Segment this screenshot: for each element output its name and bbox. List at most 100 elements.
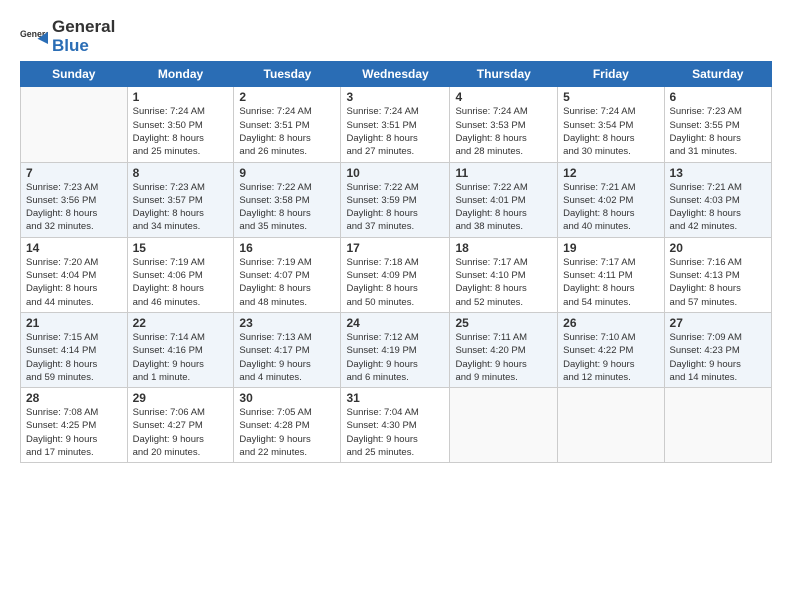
- calendar-week-row: 7Sunrise: 7:23 AMSunset: 3:56 PMDaylight…: [21, 162, 772, 237]
- calendar-cell: [558, 388, 664, 463]
- calendar-day-header: Sunday: [21, 62, 128, 87]
- calendar-day-header: Thursday: [450, 62, 558, 87]
- day-info: Sunrise: 7:24 AMSunset: 3:54 PMDaylight:…: [563, 105, 658, 158]
- day-number: 4: [455, 90, 552, 104]
- day-number: 2: [239, 90, 335, 104]
- calendar-cell: 9Sunrise: 7:22 AMSunset: 3:58 PMDaylight…: [234, 162, 341, 237]
- calendar-day-header: Tuesday: [234, 62, 341, 87]
- day-number: 25: [455, 316, 552, 330]
- calendar-cell: 21Sunrise: 7:15 AMSunset: 4:14 PMDayligh…: [21, 312, 128, 387]
- day-info: Sunrise: 7:04 AMSunset: 4:30 PMDaylight:…: [346, 406, 444, 459]
- day-info: Sunrise: 7:10 AMSunset: 4:22 PMDaylight:…: [563, 331, 658, 384]
- logo-icon: General: [20, 23, 48, 51]
- day-number: 14: [26, 241, 122, 255]
- day-info: Sunrise: 7:24 AMSunset: 3:51 PMDaylight:…: [239, 105, 335, 158]
- day-info: Sunrise: 7:22 AMSunset: 3:58 PMDaylight:…: [239, 181, 335, 234]
- day-number: 12: [563, 166, 658, 180]
- day-number: 17: [346, 241, 444, 255]
- calendar-cell: 22Sunrise: 7:14 AMSunset: 4:16 PMDayligh…: [127, 312, 234, 387]
- calendar-cell: 28Sunrise: 7:08 AMSunset: 4:25 PMDayligh…: [21, 388, 128, 463]
- day-info: Sunrise: 7:21 AMSunset: 4:03 PMDaylight:…: [670, 181, 766, 234]
- calendar-cell: 1Sunrise: 7:24 AMSunset: 3:50 PMDaylight…: [127, 87, 234, 162]
- calendar-cell: 5Sunrise: 7:24 AMSunset: 3:54 PMDaylight…: [558, 87, 664, 162]
- day-number: 22: [133, 316, 229, 330]
- calendar-cell: 4Sunrise: 7:24 AMSunset: 3:53 PMDaylight…: [450, 87, 558, 162]
- day-number: 3: [346, 90, 444, 104]
- calendar-cell: 27Sunrise: 7:09 AMSunset: 4:23 PMDayligh…: [664, 312, 771, 387]
- calendar-cell: 25Sunrise: 7:11 AMSunset: 4:20 PMDayligh…: [450, 312, 558, 387]
- day-number: 8: [133, 166, 229, 180]
- day-info: Sunrise: 7:06 AMSunset: 4:27 PMDaylight:…: [133, 406, 229, 459]
- day-info: Sunrise: 7:23 AMSunset: 3:57 PMDaylight:…: [133, 181, 229, 234]
- calendar-cell: 17Sunrise: 7:18 AMSunset: 4:09 PMDayligh…: [341, 237, 450, 312]
- calendar-cell: 30Sunrise: 7:05 AMSunset: 4:28 PMDayligh…: [234, 388, 341, 463]
- calendar-cell: 12Sunrise: 7:21 AMSunset: 4:02 PMDayligh…: [558, 162, 664, 237]
- calendar-cell: 19Sunrise: 7:17 AMSunset: 4:11 PMDayligh…: [558, 237, 664, 312]
- logo-text: General Blue: [52, 18, 115, 55]
- day-number: 27: [670, 316, 766, 330]
- calendar-cell: 8Sunrise: 7:23 AMSunset: 3:57 PMDaylight…: [127, 162, 234, 237]
- day-info: Sunrise: 7:17 AMSunset: 4:10 PMDaylight:…: [455, 256, 552, 309]
- day-number: 9: [239, 166, 335, 180]
- day-number: 28: [26, 391, 122, 405]
- day-number: 11: [455, 166, 552, 180]
- calendar-cell: 26Sunrise: 7:10 AMSunset: 4:22 PMDayligh…: [558, 312, 664, 387]
- day-number: 1: [133, 90, 229, 104]
- day-number: 10: [346, 166, 444, 180]
- calendar-cell: [21, 87, 128, 162]
- day-number: 24: [346, 316, 444, 330]
- day-info: Sunrise: 7:13 AMSunset: 4:17 PMDaylight:…: [239, 331, 335, 384]
- calendar-week-row: 14Sunrise: 7:20 AMSunset: 4:04 PMDayligh…: [21, 237, 772, 312]
- day-info: Sunrise: 7:09 AMSunset: 4:23 PMDaylight:…: [670, 331, 766, 384]
- day-number: 5: [563, 90, 658, 104]
- day-info: Sunrise: 7:12 AMSunset: 4:19 PMDaylight:…: [346, 331, 444, 384]
- calendar-cell: [450, 388, 558, 463]
- day-info: Sunrise: 7:17 AMSunset: 4:11 PMDaylight:…: [563, 256, 658, 309]
- calendar-cell: 18Sunrise: 7:17 AMSunset: 4:10 PMDayligh…: [450, 237, 558, 312]
- calendar-cell: [664, 388, 771, 463]
- calendar-cell: 2Sunrise: 7:24 AMSunset: 3:51 PMDaylight…: [234, 87, 341, 162]
- day-info: Sunrise: 7:24 AMSunset: 3:53 PMDaylight:…: [455, 105, 552, 158]
- calendar-cell: 29Sunrise: 7:06 AMSunset: 4:27 PMDayligh…: [127, 388, 234, 463]
- day-number: 7: [26, 166, 122, 180]
- day-info: Sunrise: 7:22 AMSunset: 4:01 PMDaylight:…: [455, 181, 552, 234]
- day-info: Sunrise: 7:23 AMSunset: 3:55 PMDaylight:…: [670, 105, 766, 158]
- day-number: 19: [563, 241, 658, 255]
- calendar-day-header: Wednesday: [341, 62, 450, 87]
- day-info: Sunrise: 7:15 AMSunset: 4:14 PMDaylight:…: [26, 331, 122, 384]
- day-number: 29: [133, 391, 229, 405]
- day-number: 16: [239, 241, 335, 255]
- calendar-cell: 15Sunrise: 7:19 AMSunset: 4:06 PMDayligh…: [127, 237, 234, 312]
- logo-blue: Blue: [52, 37, 115, 56]
- calendar-week-row: 21Sunrise: 7:15 AMSunset: 4:14 PMDayligh…: [21, 312, 772, 387]
- calendar-cell: 23Sunrise: 7:13 AMSunset: 4:17 PMDayligh…: [234, 312, 341, 387]
- calendar-cell: 11Sunrise: 7:22 AMSunset: 4:01 PMDayligh…: [450, 162, 558, 237]
- day-info: Sunrise: 7:14 AMSunset: 4:16 PMDaylight:…: [133, 331, 229, 384]
- day-info: Sunrise: 7:18 AMSunset: 4:09 PMDaylight:…: [346, 256, 444, 309]
- calendar-cell: 16Sunrise: 7:19 AMSunset: 4:07 PMDayligh…: [234, 237, 341, 312]
- day-number: 30: [239, 391, 335, 405]
- logo: General General Blue: [20, 18, 115, 55]
- logo-general: General: [52, 18, 115, 37]
- day-info: Sunrise: 7:24 AMSunset: 3:51 PMDaylight:…: [346, 105, 444, 158]
- calendar-cell: 31Sunrise: 7:04 AMSunset: 4:30 PMDayligh…: [341, 388, 450, 463]
- header: General General Blue: [20, 18, 772, 55]
- day-info: Sunrise: 7:22 AMSunset: 3:59 PMDaylight:…: [346, 181, 444, 234]
- calendar-header-row: SundayMondayTuesdayWednesdayThursdayFrid…: [21, 62, 772, 87]
- calendar-cell: 7Sunrise: 7:23 AMSunset: 3:56 PMDaylight…: [21, 162, 128, 237]
- calendar-week-row: 28Sunrise: 7:08 AMSunset: 4:25 PMDayligh…: [21, 388, 772, 463]
- day-number: 6: [670, 90, 766, 104]
- calendar-week-row: 1Sunrise: 7:24 AMSunset: 3:50 PMDaylight…: [21, 87, 772, 162]
- day-number: 18: [455, 241, 552, 255]
- calendar-cell: 3Sunrise: 7:24 AMSunset: 3:51 PMDaylight…: [341, 87, 450, 162]
- calendar-cell: 14Sunrise: 7:20 AMSunset: 4:04 PMDayligh…: [21, 237, 128, 312]
- day-number: 26: [563, 316, 658, 330]
- calendar-cell: 24Sunrise: 7:12 AMSunset: 4:19 PMDayligh…: [341, 312, 450, 387]
- day-info: Sunrise: 7:21 AMSunset: 4:02 PMDaylight:…: [563, 181, 658, 234]
- day-info: Sunrise: 7:08 AMSunset: 4:25 PMDaylight:…: [26, 406, 122, 459]
- calendar-table: SundayMondayTuesdayWednesdayThursdayFrid…: [20, 61, 772, 463]
- calendar-cell: 10Sunrise: 7:22 AMSunset: 3:59 PMDayligh…: [341, 162, 450, 237]
- day-info: Sunrise: 7:19 AMSunset: 4:07 PMDaylight:…: [239, 256, 335, 309]
- calendar-day-header: Friday: [558, 62, 664, 87]
- calendar-cell: 6Sunrise: 7:23 AMSunset: 3:55 PMDaylight…: [664, 87, 771, 162]
